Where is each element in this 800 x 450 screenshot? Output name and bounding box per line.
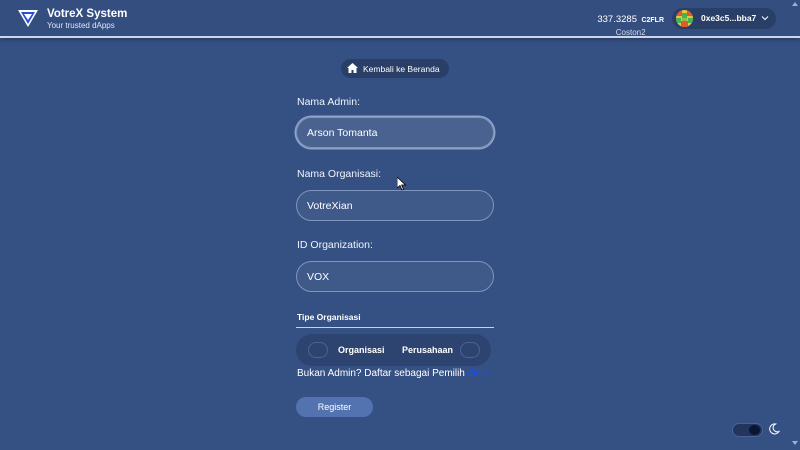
network-name: Coston2 bbox=[615, 28, 646, 37]
org-id-input[interactable] bbox=[296, 261, 494, 292]
scroll-down-arrow[interactable] bbox=[792, 441, 798, 445]
top-navbar: VotreX System Your trusted dApps 337.328… bbox=[0, 0, 800, 38]
back-home-label: Kembali ke Beranda bbox=[363, 64, 440, 74]
wallet-balance[interactable]: 337.3285 C2FLR Coston2 bbox=[597, 9, 664, 37]
admin-name-label: Nama Admin: bbox=[297, 96, 361, 108]
admin-name-input[interactable] bbox=[296, 117, 494, 148]
org-name-input[interactable] bbox=[296, 190, 494, 221]
register-button[interactable]: Register bbox=[296, 397, 373, 417]
org-type-perusahaan-radio[interactable] bbox=[460, 342, 480, 358]
balance-unit: C2FLR bbox=[641, 17, 664, 24]
account-avatar-icon bbox=[676, 10, 693, 27]
brand-subtitle: Your trusted dApps bbox=[47, 21, 115, 30]
votrex-logo[interactable] bbox=[17, 7, 39, 29]
back-home-button[interactable]: Kembali ke Beranda bbox=[341, 59, 449, 78]
org-name-label: Nama Organisasi: bbox=[297, 168, 382, 180]
account-button[interactable]: 0xe3c5...bba7 bbox=[672, 8, 776, 29]
account-address: 0xe3c5...bba7 bbox=[701, 13, 757, 23]
org-type-perusahaan-label[interactable]: Perusahaan bbox=[402, 345, 453, 355]
chevron-down-icon bbox=[761, 16, 769, 21]
org-id-label: ID Organization: bbox=[297, 239, 373, 251]
moon-icon[interactable] bbox=[768, 423, 780, 435]
toggle-knob bbox=[749, 425, 760, 435]
voter-register-link[interactable]: disini bbox=[468, 368, 491, 379]
home-icon bbox=[347, 63, 358, 73]
scroll-up-arrow[interactable] bbox=[792, 2, 798, 6]
org-type-organisasi-label[interactable]: Organisasi bbox=[338, 345, 385, 355]
mouse-cursor-icon bbox=[397, 177, 407, 191]
org-type-organisasi-radio[interactable] bbox=[308, 342, 328, 358]
org-type-selector: Organisasi Perusahaan bbox=[296, 334, 491, 366]
org-type-divider bbox=[296, 327, 494, 328]
not-admin-prompt: Bukan Admin? Daftar sebagai Pemilih bbox=[297, 368, 468, 379]
theme-toggle[interactable] bbox=[732, 423, 763, 437]
not-admin-text: Bukan Admin? Daftar sebagai Pemilih disi… bbox=[297, 368, 490, 379]
brand-title: VotreX System bbox=[47, 8, 128, 20]
org-type-label: Tipe Organisasi bbox=[297, 312, 361, 322]
balance-amount: 337.3285 bbox=[597, 14, 637, 25]
